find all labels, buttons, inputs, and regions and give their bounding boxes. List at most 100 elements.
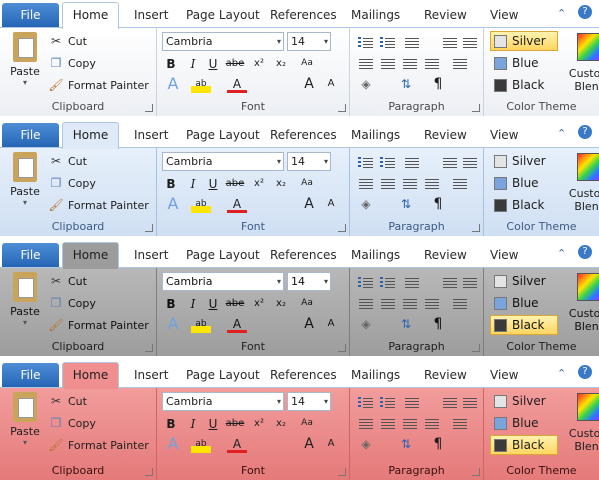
tab-insert[interactable]: Insert: [134, 367, 168, 383]
justify-button[interactable]: [422, 415, 442, 433]
font-color-button[interactable]: A: [227, 195, 247, 213]
align-center-button[interactable]: [378, 55, 398, 73]
help-icon[interactable]: ?: [578, 125, 592, 139]
font-family-combo[interactable]: Cambria ▾: [162, 32, 284, 51]
theme-silver-button[interactable]: Silver: [490, 151, 558, 171]
multilevel-list-button[interactable]: [402, 34, 422, 52]
custom-blend-button[interactable]: CustomBlend: [568, 33, 599, 93]
align-left-button[interactable]: [356, 415, 376, 433]
strikethrough-button[interactable]: abe: [225, 295, 245, 313]
tab-page-layout[interactable]: Page Layout: [186, 7, 260, 23]
line-spacing-button[interactable]: [450, 175, 470, 193]
tab-file[interactable]: File: [2, 363, 59, 388]
show-marks-button[interactable]: ¶: [428, 315, 448, 333]
font-color-button[interactable]: A: [227, 315, 247, 333]
theme-silver-button[interactable]: Silver: [490, 391, 558, 411]
italic-button[interactable]: I: [183, 295, 203, 313]
show-marks-button[interactable]: ¶: [428, 75, 448, 93]
show-marks-button[interactable]: ¶: [428, 435, 448, 453]
copy-button[interactable]: ❐ Copy: [48, 175, 96, 191]
paste-button[interactable]: Paste ▾: [6, 392, 44, 447]
justify-button[interactable]: [422, 175, 442, 193]
strikethrough-button[interactable]: abe: [225, 175, 245, 193]
clipboard-launcher-icon[interactable]: [145, 468, 153, 476]
font-size-combo[interactable]: 14 ▾: [287, 392, 331, 411]
format-painter-button[interactable]: 🖌 Format Painter: [48, 317, 148, 333]
multilevel-list-button[interactable]: [402, 394, 422, 412]
paragraph-launcher-icon[interactable]: [472, 104, 480, 112]
font-size-combo[interactable]: 14 ▾: [287, 152, 331, 171]
tab-file[interactable]: File: [2, 123, 59, 148]
minimize-ribbon-icon[interactable]: ⌃: [557, 247, 566, 260]
tab-references[interactable]: References: [270, 7, 337, 23]
theme-black-button[interactable]: Black: [490, 195, 558, 215]
tab-home[interactable]: Home: [62, 2, 119, 29]
font-launcher-icon[interactable]: [338, 344, 346, 352]
numbering-button[interactable]: [378, 154, 398, 172]
line-spacing-button[interactable]: [450, 55, 470, 73]
cut-button[interactable]: ✂ Cut: [48, 153, 87, 169]
paragraph-launcher-icon[interactable]: [472, 468, 480, 476]
tab-home[interactable]: Home: [62, 242, 119, 269]
tab-references[interactable]: References: [270, 247, 337, 263]
shading-button[interactable]: ◈: [356, 195, 376, 213]
numbering-button[interactable]: [378, 34, 398, 52]
font-launcher-icon[interactable]: [338, 104, 346, 112]
sort-button[interactable]: ⇅: [396, 315, 416, 333]
tab-review[interactable]: Review: [424, 7, 467, 23]
increase-indent-button[interactable]: [460, 154, 480, 172]
theme-blue-button[interactable]: Blue: [490, 413, 558, 433]
bold-button[interactable]: B: [161, 55, 181, 73]
justify-button[interactable]: [422, 295, 442, 313]
clipboard-launcher-icon[interactable]: [145, 224, 153, 232]
tab-view[interactable]: View: [490, 367, 518, 383]
help-icon[interactable]: ?: [578, 365, 592, 379]
format-painter-button[interactable]: 🖌 Format Painter: [48, 77, 148, 93]
paste-button[interactable]: Paste ▾: [6, 32, 44, 87]
change-case-icon[interactable]: Aa: [297, 174, 317, 192]
superscript-button[interactable]: x²: [249, 415, 269, 433]
font-launcher-icon[interactable]: [338, 224, 346, 232]
paste-button[interactable]: Paste ▾: [6, 272, 44, 327]
font-family-combo[interactable]: Cambria ▾: [162, 152, 284, 171]
align-right-button[interactable]: [400, 175, 420, 193]
clipboard-launcher-icon[interactable]: [145, 344, 153, 352]
highlight-button[interactable]: ab: [191, 195, 211, 213]
align-left-button[interactable]: [356, 55, 376, 73]
multilevel-list-button[interactable]: [402, 274, 422, 292]
sort-button[interactable]: ⇅: [396, 75, 416, 93]
help-icon[interactable]: ?: [578, 245, 592, 259]
tab-insert[interactable]: Insert: [134, 127, 168, 143]
italic-button[interactable]: I: [183, 55, 203, 73]
strikethrough-button[interactable]: abe: [225, 55, 245, 73]
tab-review[interactable]: Review: [424, 367, 467, 383]
superscript-button[interactable]: x²: [249, 295, 269, 313]
tab-page-layout[interactable]: Page Layout: [186, 127, 260, 143]
cut-button[interactable]: ✂ Cut: [48, 273, 87, 289]
superscript-button[interactable]: x²: [249, 175, 269, 193]
sort-button[interactable]: ⇅: [396, 435, 416, 453]
strikethrough-button[interactable]: abe: [225, 415, 245, 433]
underline-button[interactable]: U: [203, 55, 223, 73]
tab-references[interactable]: References: [270, 127, 337, 143]
shading-button[interactable]: ◈: [356, 435, 376, 453]
bullets-button[interactable]: [356, 394, 376, 412]
tab-insert[interactable]: Insert: [134, 247, 168, 263]
format-painter-button[interactable]: 🖌 Format Painter: [48, 437, 148, 453]
tab-mailings[interactable]: Mailings: [351, 127, 400, 143]
theme-black-button[interactable]: Black: [490, 435, 558, 455]
show-marks-button[interactable]: ¶: [428, 195, 448, 213]
font-color-button[interactable]: A: [227, 435, 247, 453]
bullets-button[interactable]: [356, 34, 376, 52]
tab-view[interactable]: View: [490, 7, 518, 23]
multilevel-list-button[interactable]: [402, 154, 422, 172]
bullets-button[interactable]: [356, 274, 376, 292]
highlight-button[interactable]: ab: [191, 315, 211, 333]
align-right-button[interactable]: [400, 295, 420, 313]
tab-file[interactable]: File: [2, 243, 59, 268]
copy-button[interactable]: ❐ Copy: [48, 415, 96, 431]
change-case-icon[interactable]: Aa: [297, 414, 317, 432]
tab-page-layout[interactable]: Page Layout: [186, 367, 260, 383]
align-left-button[interactable]: [356, 295, 376, 313]
paragraph-launcher-icon[interactable]: [472, 224, 480, 232]
